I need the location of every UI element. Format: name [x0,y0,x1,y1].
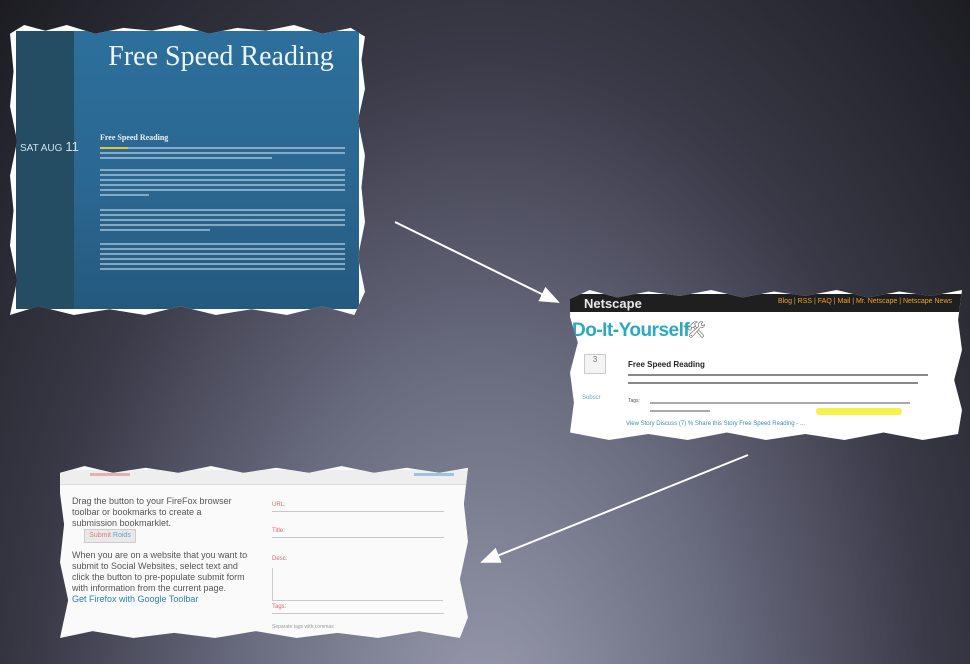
arrow-blog-to-netscape [394,221,560,303]
slide: SAT AUG 11 Free Speed Reading Free Speed … [0,0,970,664]
arrow-netscape-to-form [480,454,749,563]
flow-arrows [394,221,749,563]
